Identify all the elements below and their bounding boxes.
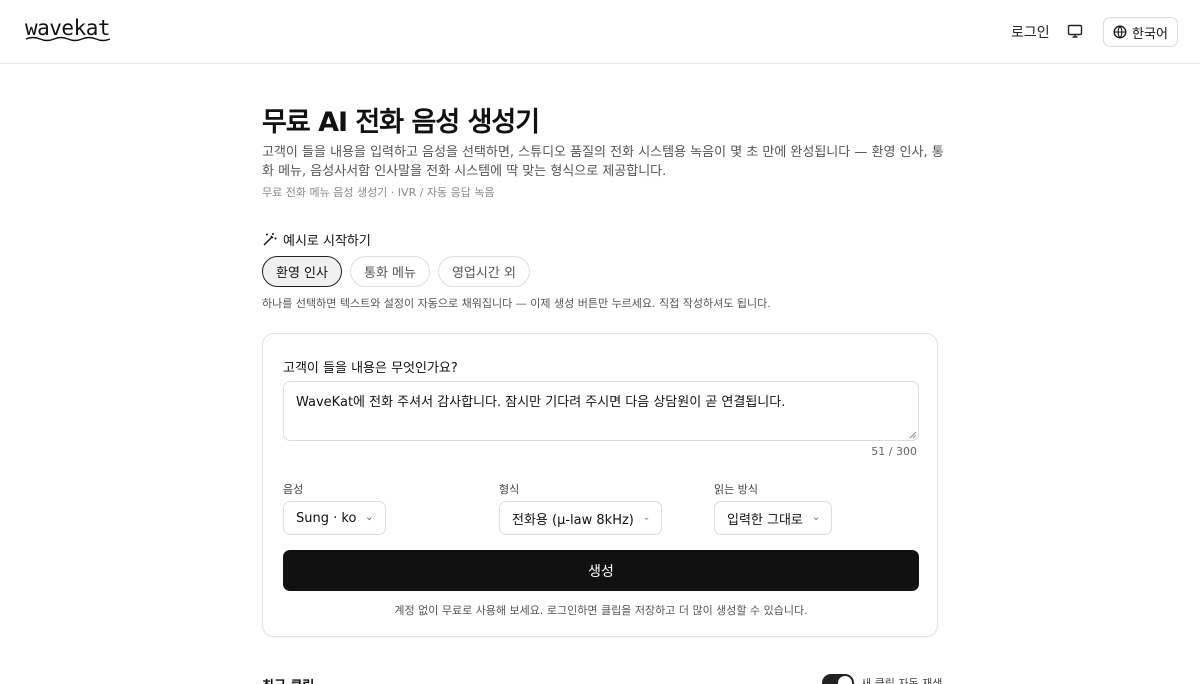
- page-meta: 무료 전화 메뉴 음성 생성기 · IVR / 자동 응답 녹음: [262, 186, 495, 199]
- page-title: 무료 AI 전화 음성 생성기: [262, 107, 540, 138]
- voice-select-value: Sung · ko: [296, 510, 357, 526]
- theme-toggle-button[interactable]: [1064, 20, 1086, 42]
- top-header: wavekat 로그인 한국어: [0, 0, 1200, 64]
- autoplay-label: 새 클립 자동 재생: [861, 677, 943, 684]
- autoplay-toggle[interactable]: [822, 674, 854, 684]
- examples-heading-label: 예시로 시작하기: [283, 234, 371, 249]
- signup-note: 계정 없이 무료로 사용해 보세요. 로그인하면 클립을 저장하고 더 많이 생…: [394, 604, 808, 617]
- reading-mode-label: 읽는 방식: [714, 483, 758, 496]
- generator-card: 고객이 들을 내용은 무엇인가요? WaveKat에 전화 주셔서 감사합니다.…: [262, 333, 938, 637]
- format-select[interactable]: 전화용 (μ-law 8kHz): [499, 501, 662, 535]
- language-switcher[interactable]: 한국어: [1103, 17, 1178, 47]
- language-label: 한국어: [1132, 26, 1168, 42]
- chevron-down-icon: [367, 516, 373, 520]
- voice-label: 음성: [283, 483, 304, 496]
- recent-clips-title: 최근 클립: [262, 675, 314, 684]
- globe-icon: [1113, 25, 1127, 39]
- resize-grip-icon[interactable]: [909, 431, 917, 439]
- example-chips: 환영 인사 통화 메뉴 영업시간 외: [262, 256, 530, 288]
- script-textarea[interactable]: WaveKat에 전화 주셔서 감사합니다. 잠시만 기다려 주시면 다음 상담…: [283, 381, 919, 441]
- page-description: 고객이 들을 내용을 입력하고 음성을 선택하면, 스튜디오 품질의 전화 시스…: [262, 145, 944, 179]
- voice-select[interactable]: Sung · ko: [283, 501, 386, 535]
- format-select-value: 전화용 (μ-law 8kHz): [512, 512, 634, 528]
- character-count: 51 / 300: [871, 445, 917, 458]
- generate-button[interactable]: 생성: [283, 550, 919, 591]
- reading-mode-select[interactable]: 입력한 그대로: [714, 501, 832, 535]
- reading-mode-select-value: 입력한 그대로: [727, 512, 803, 528]
- toggle-knob: [838, 676, 852, 684]
- example-chip-welcome[interactable]: 환영 인사: [262, 256, 342, 287]
- example-chip-after-hours[interactable]: 영업시간 외: [437, 256, 530, 287]
- script-question-label: 고객이 들을 내용은 무엇인가요?: [283, 361, 458, 376]
- chevron-down-icon: [813, 516, 819, 520]
- logo-wave-underline: [25, 36, 111, 42]
- monitor-icon: [1067, 24, 1083, 38]
- login-link[interactable]: 로그인: [1011, 22, 1050, 42]
- magic-wand-icon: [263, 233, 277, 246]
- example-chip-call-menu[interactable]: 통화 메뉴: [349, 256, 430, 287]
- examples-hint: 하나를 선택하면 텍스트와 설정이 자동으로 채워집니다 — 이제 생성 버튼만…: [262, 297, 771, 310]
- format-label: 형식: [499, 483, 520, 496]
- chevron-down-icon: [644, 517, 649, 520]
- examples-heading: 예시로 시작하기: [262, 230, 371, 249]
